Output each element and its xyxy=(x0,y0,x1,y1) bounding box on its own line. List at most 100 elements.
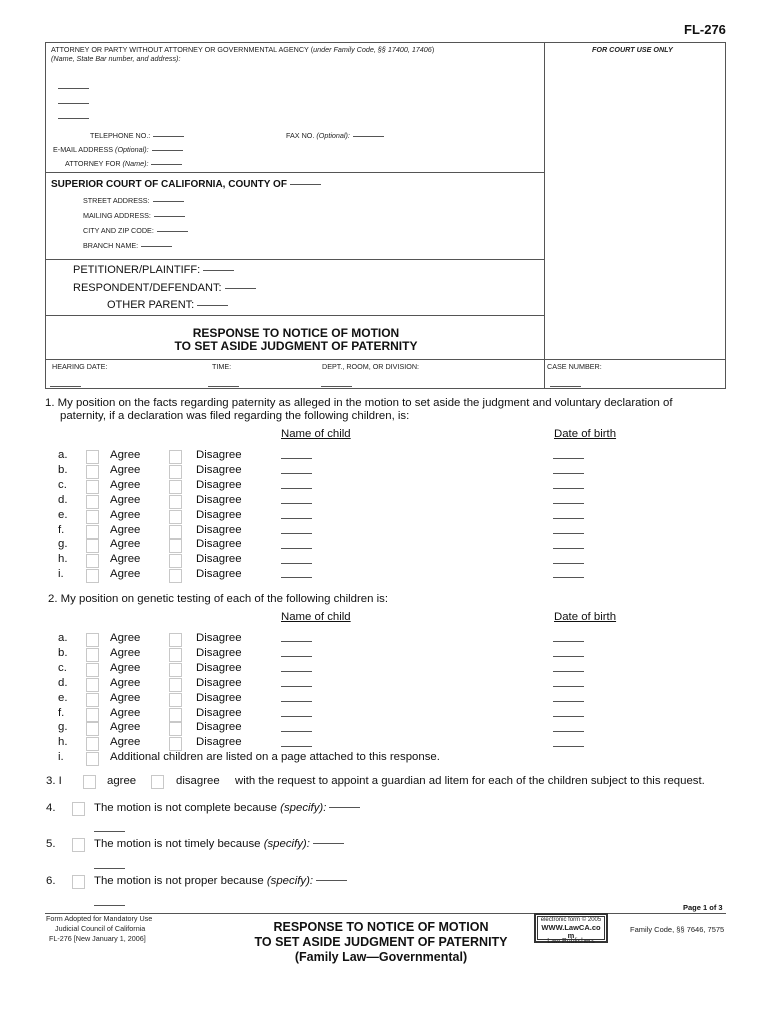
city-zip-field[interactable] xyxy=(156,230,188,232)
disagree-label: Disagree xyxy=(196,508,242,521)
row-letter: g. xyxy=(58,721,68,734)
telephone-field[interactable] xyxy=(153,135,185,137)
section3-disagree-checkbox[interactable] xyxy=(151,775,164,789)
disagree-checkbox[interactable] xyxy=(169,722,182,737)
time-field[interactable] xyxy=(205,378,239,396)
disagree-label: Disagree xyxy=(196,721,242,734)
respondent-field[interactable] xyxy=(224,287,256,289)
row-letter: b. xyxy=(58,463,68,476)
row-letter: e. xyxy=(58,691,68,704)
agree-checkbox[interactable] xyxy=(86,479,99,494)
street-address-row: STREET ADDRESS: xyxy=(83,196,184,205)
agree-label: Agree xyxy=(110,661,141,674)
attorney-sub-label: (Name, State Bar number, and address): xyxy=(51,54,181,63)
agree-checkbox[interactable] xyxy=(86,737,99,752)
agree-checkbox[interactable] xyxy=(86,662,99,677)
disagree-checkbox[interactable] xyxy=(169,737,182,752)
footer-title-line3: (Family Law—Governmental) xyxy=(294,950,468,964)
additional-children-checkbox[interactable] xyxy=(86,752,99,766)
disagree-checkbox[interactable] xyxy=(169,479,182,494)
disagree-checkbox[interactable] xyxy=(169,707,182,722)
disagree-checkbox[interactable] xyxy=(169,569,182,584)
street-address-field[interactable] xyxy=(152,200,184,202)
agree-label: Agree xyxy=(110,493,141,506)
section3-agree-checkbox[interactable] xyxy=(83,775,96,789)
disagree-checkbox[interactable] xyxy=(169,554,182,569)
agree-label: Agree xyxy=(110,646,141,659)
section6-field[interactable] xyxy=(316,880,348,882)
court-title-row: SUPERIOR COURT OF CALIFORNIA, COUNTY OF xyxy=(51,179,321,190)
agree-checkbox[interactable] xyxy=(86,707,99,722)
email-row: E-MAIL ADDRESS (Optional): xyxy=(53,145,183,154)
attorney-for-field[interactable] xyxy=(151,163,183,165)
agree-checkbox[interactable] xyxy=(86,633,99,647)
agree-checkbox[interactable] xyxy=(86,677,99,692)
lawca-stamp[interactable]: electronic form © 2005 WWW.LawCA.co m La… xyxy=(534,913,608,945)
other-parent-field[interactable] xyxy=(197,304,229,306)
agree-checkbox[interactable] xyxy=(86,450,99,464)
agree-checkbox[interactable] xyxy=(86,494,99,509)
section4-field[interactable] xyxy=(329,807,361,809)
disagree-checkbox[interactable] xyxy=(169,633,182,647)
agree-checkbox[interactable] xyxy=(86,524,99,539)
row-letter: i. xyxy=(58,568,64,581)
family-code-ref: Family Code, §§ 7646, 7575 xyxy=(630,925,725,934)
child-dob-field[interactable] xyxy=(550,569,584,587)
attorney-address-field[interactable] xyxy=(55,110,89,128)
disagree-checkbox[interactable] xyxy=(169,647,182,662)
agree-checkbox[interactable] xyxy=(86,647,99,662)
court-use-divider xyxy=(544,42,545,389)
mailing-address-label: MAILING ADDRESS: xyxy=(83,211,151,220)
disagree-checkbox[interactable] xyxy=(169,450,182,464)
disagree-checkbox[interactable] xyxy=(169,692,182,707)
mailing-address-field[interactable] xyxy=(153,215,185,217)
agree-checkbox[interactable] xyxy=(86,554,99,569)
child-dob-field[interactable] xyxy=(550,737,584,755)
section6-checkbox[interactable] xyxy=(72,875,85,889)
disagree-label: Disagree xyxy=(196,646,242,659)
petitioner-field[interactable] xyxy=(203,269,235,271)
additional-children-text: Additional children are listed on a page… xyxy=(110,751,440,763)
disagree-label: Disagree xyxy=(196,691,242,704)
child-name-field[interactable] xyxy=(278,569,312,587)
agree-checkbox[interactable] xyxy=(86,509,99,524)
section3-agree-label: agree xyxy=(107,775,137,787)
section4-checkbox[interactable] xyxy=(72,802,85,816)
agree-label: Agree xyxy=(110,508,141,521)
section5-field[interactable] xyxy=(312,843,344,845)
fax-field[interactable] xyxy=(352,135,384,137)
disagree-checkbox[interactable] xyxy=(169,464,182,479)
agree-label: Agree xyxy=(110,463,141,476)
agree-checkbox[interactable] xyxy=(86,539,99,554)
court-title: SUPERIOR COURT OF CALIFORNIA, COUNTY OF xyxy=(51,179,287,190)
dept-field[interactable] xyxy=(318,378,352,396)
street-address-label: STREET ADDRESS: xyxy=(83,196,150,205)
other-parent-label: OTHER PARENT: xyxy=(107,299,195,311)
petitioner-row: PETITIONER/PLAINTIFF: xyxy=(73,264,235,276)
disagree-label: Disagree xyxy=(196,478,242,491)
branch-name-field[interactable] xyxy=(141,245,173,247)
agree-label: Agree xyxy=(110,568,141,581)
disagree-checkbox[interactable] xyxy=(169,509,182,524)
disagree-checkbox[interactable] xyxy=(169,494,182,509)
disagree-checkbox[interactable] xyxy=(169,524,182,539)
agree-checkbox[interactable] xyxy=(86,569,99,584)
agree-checkbox[interactable] xyxy=(86,722,99,737)
agree-checkbox[interactable] xyxy=(86,464,99,479)
row-letter: g. xyxy=(58,538,68,551)
case-number-field[interactable] xyxy=(547,378,581,396)
disagree-checkbox[interactable] xyxy=(169,539,182,554)
agree-checkbox[interactable] xyxy=(86,692,99,707)
row-letter: a. xyxy=(58,632,68,644)
disagree-checkbox[interactable] xyxy=(169,677,182,692)
email-field[interactable] xyxy=(151,149,183,151)
hearing-date-field[interactable] xyxy=(47,378,81,396)
row-letter: a. xyxy=(58,449,68,461)
disagree-label: Disagree xyxy=(196,523,242,536)
attorney-for-label: ATTORNEY FOR xyxy=(65,159,123,168)
section5-checkbox[interactable] xyxy=(72,838,85,852)
county-field[interactable] xyxy=(289,183,321,185)
adopted-block: Form Adopted for Mandatory Use Judicial … xyxy=(46,914,152,944)
disagree-checkbox[interactable] xyxy=(169,662,182,677)
disagree-label: Disagree xyxy=(196,538,242,551)
